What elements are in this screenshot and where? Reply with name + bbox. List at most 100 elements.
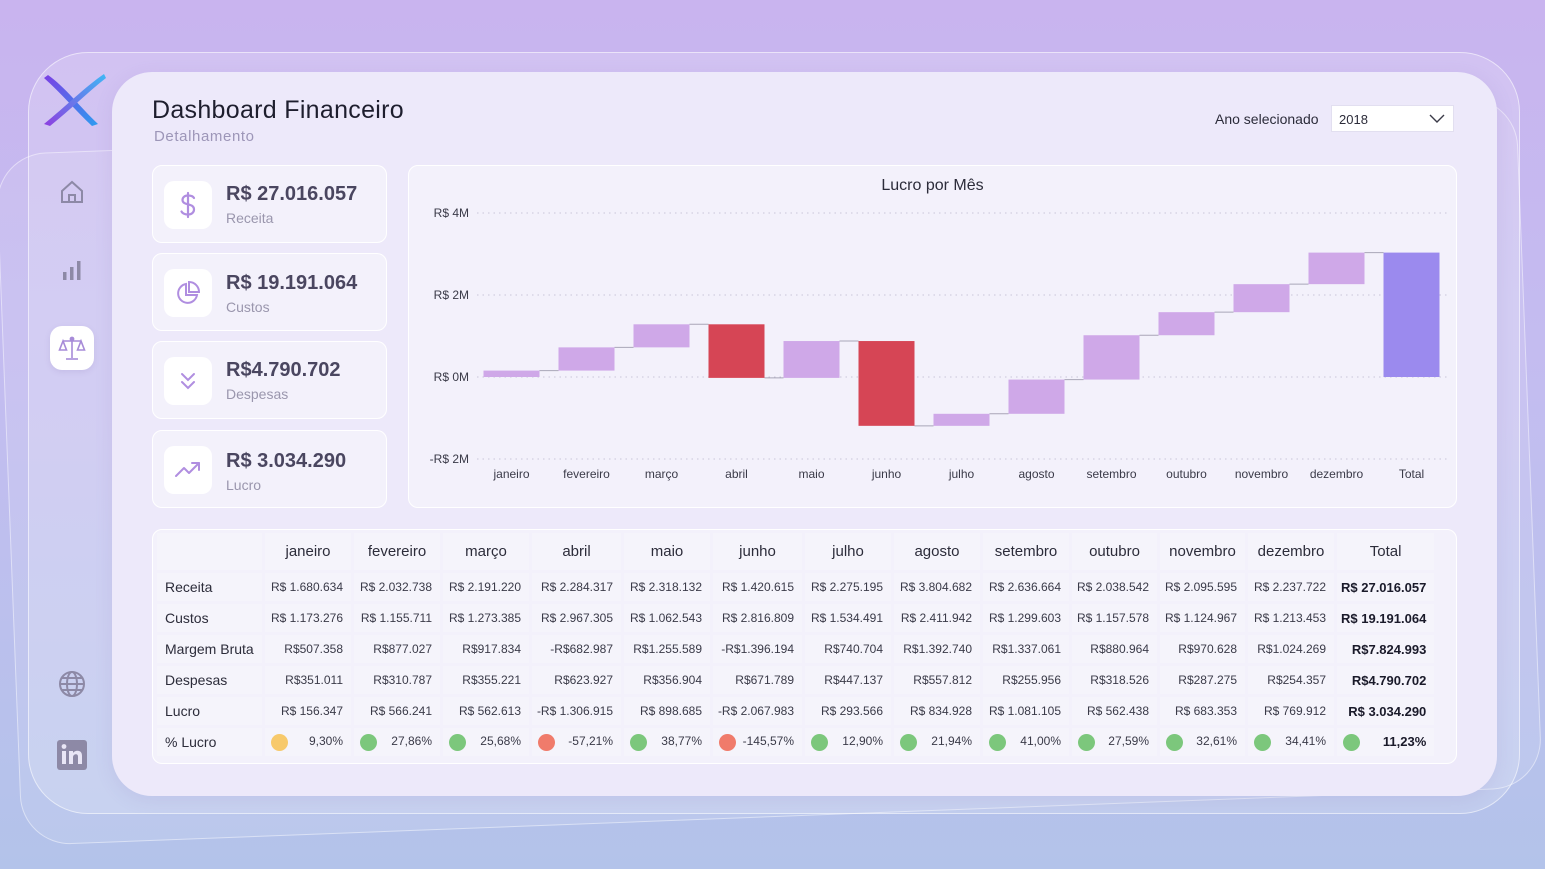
table-cell: R$671.789 bbox=[713, 666, 802, 694]
waterfall-bar[interactable] bbox=[1308, 252, 1365, 285]
cell-value: R$ 1.273.385 bbox=[448, 611, 521, 625]
cell-value: 41,00% bbox=[1020, 733, 1061, 748]
column-header[interactable]: fevereiro bbox=[354, 533, 440, 570]
column-header[interactable]: Total bbox=[1337, 533, 1435, 570]
table-cell: 27,59% bbox=[1072, 728, 1157, 756]
pie-chart-icon bbox=[164, 269, 212, 317]
waterfall-bar[interactable] bbox=[1233, 284, 1290, 313]
cell-value: -57,21% bbox=[568, 733, 613, 748]
status-indicator-icon bbox=[360, 733, 377, 751]
table-cell: R$4.790.702 bbox=[1337, 666, 1435, 694]
table-cell: R$ 683.353 bbox=[1160, 697, 1245, 725]
table-cell: R$1.024.269 bbox=[1248, 635, 1334, 663]
cell-value: R$ 566.241 bbox=[369, 704, 432, 718]
x-tick-label: Total bbox=[1399, 467, 1424, 481]
cell-value: R$1.392.740 bbox=[903, 642, 972, 656]
column-header[interactable]: julho bbox=[805, 533, 891, 570]
y-tick-label: -R$ 2M bbox=[430, 452, 469, 466]
column-header[interactable]: maio bbox=[624, 533, 710, 570]
table-cell: R$ 1.124.967 bbox=[1160, 604, 1245, 632]
table-cell: 25,68% bbox=[443, 728, 529, 756]
x-tick-label: dezembro bbox=[1310, 467, 1364, 481]
cell-value: R$ 19.191.064 bbox=[1341, 610, 1427, 626]
cell-value: R$ 1.155.711 bbox=[360, 611, 432, 625]
cell-value: R$ 2.967.305 bbox=[540, 611, 613, 625]
cell-value: 25,68% bbox=[480, 733, 521, 748]
waterfall-bar[interactable] bbox=[1383, 252, 1440, 377]
column-header[interactable]: dezembro bbox=[1248, 533, 1334, 570]
column-header[interactable]: abril bbox=[532, 533, 621, 570]
cell-value: R$557.812 bbox=[913, 673, 972, 687]
table-row: Custos R$ 1.173.276 R$ 1.155.711 R$ 1.273.3… bbox=[157, 604, 1435, 632]
table-cell: R$ 2.038.542 bbox=[1072, 573, 1157, 601]
table-row: Lucro R$ 156.347 R$ 566.241 R$ 562.613 -R$ 1… bbox=[157, 697, 1435, 725]
cell-value: R$ 2.816.809 bbox=[721, 611, 794, 625]
waterfall-bar[interactable] bbox=[783, 341, 840, 378]
column-header[interactable]: janeiro bbox=[265, 533, 351, 570]
column-header[interactable]: novembro bbox=[1160, 533, 1245, 570]
waterfall-bar[interactable] bbox=[858, 341, 915, 426]
cell-value: R$ 2.411.942 bbox=[900, 611, 972, 625]
table-cell: R$7.824.993 bbox=[1337, 635, 1435, 663]
waterfall-bar[interactable] bbox=[1083, 335, 1140, 380]
cell-value: R$ 156.347 bbox=[280, 704, 343, 718]
table-row: % Lucro 9,30% 27,86% 25,68% -57,21% 38,77% -14… bbox=[157, 728, 1435, 756]
table-cell: R$877.027 bbox=[354, 635, 440, 663]
column-header[interactable]: agosto bbox=[894, 533, 980, 570]
table-cell: R$ 898.685 bbox=[624, 697, 710, 725]
table-cell: R$351.011 bbox=[265, 666, 351, 694]
table-cell: 34,41% bbox=[1248, 728, 1334, 756]
column-header[interactable]: março bbox=[443, 533, 529, 570]
cell-value: R$355.221 bbox=[462, 673, 521, 687]
table-cell: R$ 1.273.385 bbox=[443, 604, 529, 632]
status-indicator-icon bbox=[630, 733, 647, 751]
waterfall-bar[interactable] bbox=[933, 413, 990, 426]
table-cell: R$ 156.347 bbox=[265, 697, 351, 725]
chevron-down-icon bbox=[1429, 112, 1445, 127]
table-cell: 38,77% bbox=[624, 728, 710, 756]
bar-chart-icon[interactable] bbox=[52, 250, 92, 290]
table-cell: R$557.812 bbox=[894, 666, 980, 694]
waterfall-bar[interactable] bbox=[483, 370, 540, 377]
cell-value: R$ 2.636.664 bbox=[988, 580, 1061, 594]
table-cell: 41,00% bbox=[983, 728, 1069, 756]
table-cell: R$ 2.032.738 bbox=[354, 573, 440, 601]
kpi-label: Custos bbox=[226, 299, 270, 315]
table-cell: R$ 293.566 bbox=[805, 697, 891, 725]
cell-value: R$ 1.062.543 bbox=[629, 611, 702, 625]
row-label: Despesas bbox=[157, 666, 262, 694]
column-header[interactable]: junho bbox=[713, 533, 802, 570]
table-cell: R$ 566.241 bbox=[354, 697, 440, 725]
cell-value: R$ 3.034.290 bbox=[1348, 703, 1427, 719]
kpi-value: R$4.790.702 bbox=[226, 359, 341, 381]
y-tick-label: R$ 4M bbox=[434, 206, 469, 220]
cell-value: R$ 1.534.491 bbox=[810, 611, 883, 625]
cell-value: 34,41% bbox=[1285, 733, 1326, 748]
table-cell: R$287.275 bbox=[1160, 666, 1245, 694]
cell-value: 11,23% bbox=[1382, 733, 1427, 749]
cell-value: R$ 834.928 bbox=[909, 704, 972, 718]
cell-value: R$740.704 bbox=[824, 642, 883, 656]
table-cell: R$740.704 bbox=[805, 635, 891, 663]
linkedin-icon[interactable] bbox=[52, 735, 92, 775]
waterfall-bar[interactable] bbox=[708, 324, 765, 378]
waterfall-bar[interactable] bbox=[633, 324, 690, 348]
cell-value: R$ 2.032.738 bbox=[359, 580, 432, 594]
table-cell: R$355.221 bbox=[443, 666, 529, 694]
table-cell: 21,94% bbox=[894, 728, 980, 756]
balance-scale-icon[interactable] bbox=[50, 326, 94, 370]
table-corner-cell bbox=[157, 533, 262, 570]
waterfall-bar[interactable] bbox=[1008, 379, 1065, 414]
kpi-value: R$ 27.016.057 bbox=[226, 183, 358, 205]
column-header[interactable]: outubro bbox=[1072, 533, 1157, 570]
table-cell: R$ 3.804.682 bbox=[894, 573, 980, 601]
waterfall-bar[interactable] bbox=[558, 347, 615, 371]
home-icon[interactable] bbox=[52, 172, 92, 212]
column-header[interactable]: setembro bbox=[983, 533, 1069, 570]
year-dropdown[interactable]: 2018 bbox=[1331, 105, 1454, 132]
globe-icon[interactable] bbox=[52, 664, 92, 704]
waterfall-bar[interactable] bbox=[1158, 312, 1215, 336]
table-cell: R$623.927 bbox=[532, 666, 621, 694]
cell-value: R$ 2.284.317 bbox=[540, 580, 613, 594]
table-cell: R$ 834.928 bbox=[894, 697, 980, 725]
